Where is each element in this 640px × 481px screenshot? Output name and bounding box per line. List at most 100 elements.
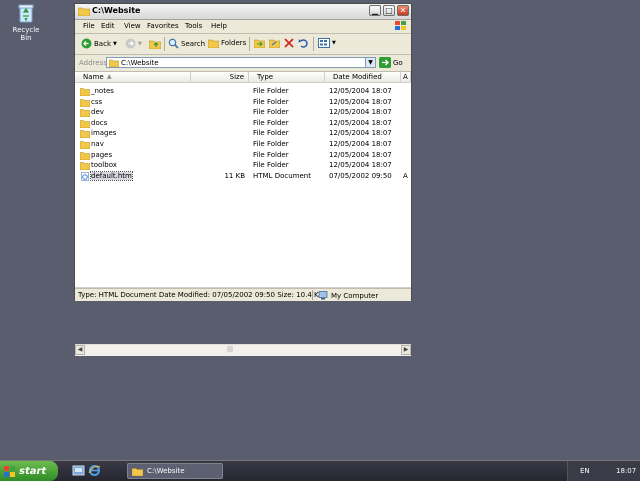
file-type: File Folder (253, 161, 289, 170)
folders-button[interactable]: Folders (208, 38, 246, 48)
forward-dropdown-icon[interactable]: ▼ (138, 41, 142, 47)
file-type: File Folder (253, 97, 289, 106)
address-dropdown-button[interactable]: ▼ (365, 57, 376, 68)
windows-flag-icon (4, 465, 15, 477)
maximize-button[interactable]: □ (383, 5, 395, 16)
close-button[interactable]: ✕ (397, 5, 409, 16)
file-row[interactable]: toolbox File Folder 12/05/2004 18:07 (75, 160, 411, 171)
menu-file[interactable]: File (83, 22, 95, 30)
file-name: images (91, 129, 117, 138)
file-attributes: A (403, 171, 408, 180)
toolbar-separator (249, 37, 250, 51)
back-button[interactable]: Back ▼ (81, 38, 117, 49)
status-bar: Type: HTML Document Date Modified: 07/05… (75, 288, 411, 301)
clock[interactable]: 18:07 (616, 467, 636, 475)
folder-icon (80, 88, 90, 96)
forward-button[interactable]: ▼ (125, 38, 142, 49)
undo-button[interactable] (298, 38, 308, 48)
delete-button[interactable] (284, 38, 294, 48)
language-indicator[interactable]: EN (580, 467, 590, 475)
column-header-name[interactable]: Name ▲ (75, 72, 191, 83)
internet-explorer-icon[interactable] (88, 464, 101, 477)
address-input[interactable]: C:\Website (106, 57, 376, 68)
show-desktop-icon[interactable] (72, 464, 85, 477)
back-dropdown-icon[interactable]: ▼ (113, 41, 117, 47)
menu-help[interactable]: Help (211, 22, 227, 30)
address-folder-icon (109, 59, 119, 67)
folder-icon (80, 109, 90, 118)
toolbar: Back ▼ ▼ Search Folders ▼ (75, 34, 411, 55)
delete-icon (284, 38, 294, 48)
file-list[interactable]: Name ▲ Size Type Date Modified A _notes F… (75, 72, 411, 356)
explorer-window: C:\Website ▁ □ ✕ File Edit View Favorite… (74, 3, 412, 356)
file-type: File Folder (253, 87, 289, 95)
file-row[interactable]: _notes File Folder 12/05/2004 18:07 (75, 86, 411, 97)
system-tray: EN 18:07 (567, 461, 640, 481)
back-arrow-icon (81, 38, 92, 49)
file-row[interactable]: css File Folder 12/05/2004 18:07 (75, 97, 411, 108)
file-size: 11 KB (224, 171, 245, 180)
column-header-attributes[interactable]: A (401, 72, 411, 83)
file-type: HTML Document (253, 171, 311, 180)
title-bar[interactable]: C:\Website ▁ □ ✕ (75, 4, 411, 20)
folders-icon (208, 39, 219, 48)
scroll-left-button[interactable]: ◀ (75, 345, 85, 355)
file-name: docs (91, 118, 108, 127)
column-header-size[interactable]: Size (191, 72, 249, 83)
status-details: Type: HTML Document Date Modified: 07/05… (78, 291, 324, 299)
file-date-modified: 12/05/2004 18:07 (329, 118, 392, 127)
undo-icon (298, 39, 308, 48)
folder-icon (80, 141, 90, 149)
file-row[interactable]: pages File Folder 12/05/2004 18:07 (75, 150, 411, 161)
move-to-button[interactable] (254, 38, 265, 48)
menu-view[interactable]: View (124, 22, 141, 30)
file-date-modified: 12/05/2004 18:07 (329, 87, 392, 95)
file-type: File Folder (253, 118, 289, 127)
file-name: pages (91, 150, 113, 159)
copy-to-button[interactable] (269, 38, 280, 48)
taskbar-window-button[interactable]: C:\Website (127, 463, 223, 479)
file-row[interactable]: default.htm 11 KB HTML Document 07/05/2002 … (75, 170, 411, 182)
minimize-button[interactable]: ▁ (369, 5, 381, 16)
column-header-type[interactable]: Type (249, 72, 325, 83)
search-button[interactable]: Search (168, 38, 205, 49)
search-label: Search (181, 39, 206, 48)
address-bar: Address C:\Website ▼ Go (75, 55, 411, 72)
scroll-right-button[interactable]: ▶ (401, 345, 411, 355)
file-row[interactable]: images File Folder 12/05/2004 18:07 (75, 128, 411, 139)
menu-bar: File Edit View Favorites Tools Help (75, 20, 411, 34)
folders-label: Folders (221, 39, 247, 47)
file-row[interactable]: nav File Folder 12/05/2004 18:07 (75, 139, 411, 150)
folder-icon (80, 151, 90, 160)
file-type: File Folder (253, 108, 289, 117)
menu-edit[interactable]: Edit (101, 22, 115, 30)
horizontal-scrollbar[interactable]: ◀ ||| ▶ (75, 344, 411, 356)
toolbar-separator (313, 37, 314, 51)
scroll-grip-icon[interactable]: ||| (227, 346, 237, 354)
address-label: Address (79, 59, 107, 67)
recycle-bin[interactable]: Recycle Bin (6, 2, 46, 42)
recycle-bin-label: Recycle Bin (12, 26, 40, 42)
file-row[interactable]: dev File Folder 12/05/2004 18:07 (75, 107, 411, 118)
file-type: File Folder (253, 129, 289, 138)
sort-ascending-icon: ▲ (107, 73, 112, 80)
menu-tools[interactable]: Tools (185, 22, 202, 30)
search-icon (168, 38, 179, 49)
views-dropdown-icon: ▼ (332, 40, 336, 46)
views-button[interactable]: ▼ (318, 38, 336, 48)
go-button[interactable]: Go (379, 57, 403, 68)
file-row[interactable]: docs File Folder 12/05/2004 18:07 (75, 118, 411, 129)
file-date-modified: 07/05/2002 09:50 (329, 171, 392, 180)
status-location: My Computer (331, 291, 379, 300)
go-label: Go (393, 58, 403, 67)
file-type: File Folder (253, 150, 289, 159)
up-folder-button[interactable] (149, 38, 161, 49)
column-header-date-modified[interactable]: Date Modified (325, 72, 401, 83)
start-button[interactable]: start (0, 461, 58, 481)
forward-arrow-icon (125, 38, 136, 49)
go-arrow-icon (379, 57, 391, 68)
folder-icon (78, 7, 90, 16)
menu-favorites[interactable]: Favorites (147, 22, 179, 30)
toolbar-separator (164, 37, 165, 51)
file-name: css (91, 97, 103, 106)
